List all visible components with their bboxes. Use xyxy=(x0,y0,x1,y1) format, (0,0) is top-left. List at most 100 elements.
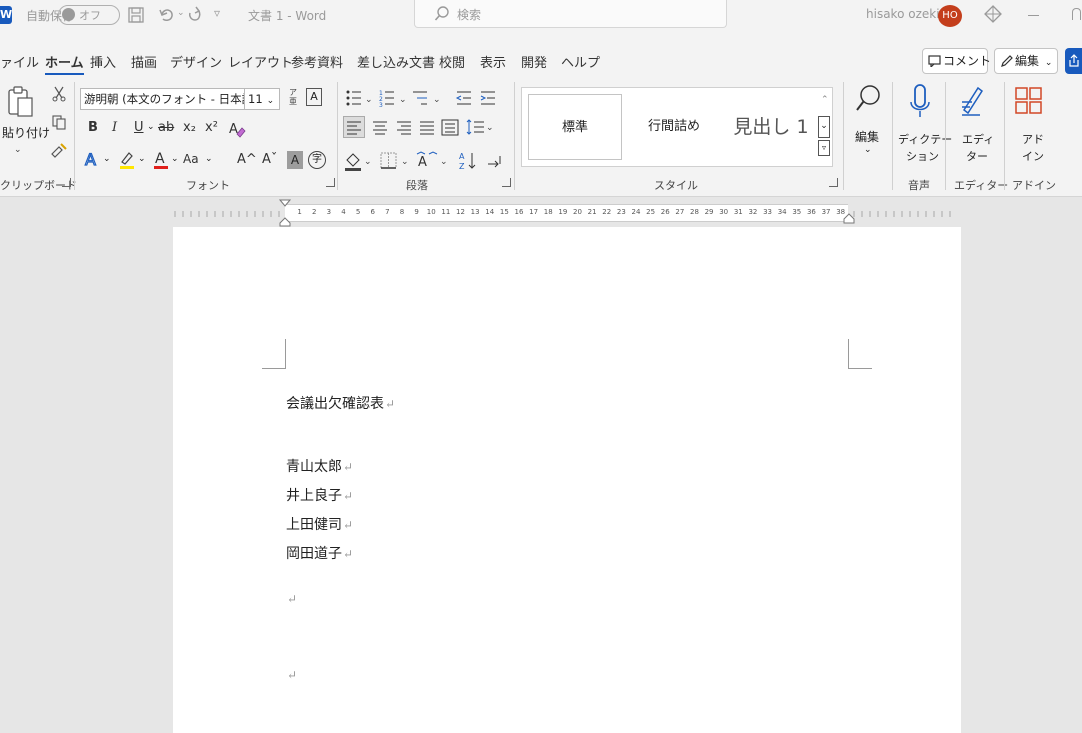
show-formatting-icon[interactable] xyxy=(484,150,504,172)
sort-icon[interactable]: AZ xyxy=(458,150,478,172)
paragraph-launcher-icon[interactable] xyxy=(502,178,511,187)
font-launcher-icon[interactable] xyxy=(326,178,335,187)
name-line[interactable]: 青山太郎↵ xyxy=(286,456,353,476)
comment-button[interactable]: コメント xyxy=(922,48,991,74)
avatar[interactable]: HO xyxy=(938,5,962,27)
enclose-characters-icon[interactable]: 字 xyxy=(308,151,326,169)
edit-mode-button[interactable]: 編集 ⌄ xyxy=(994,48,1058,74)
underline-dropdown-icon[interactable]: ⌄ xyxy=(147,122,155,132)
minimize-icon[interactable] xyxy=(1028,15,1039,16)
tab-mailings[interactable]: 差し込み文書 xyxy=(357,52,435,71)
undo-icon[interactable] xyxy=(158,6,176,24)
diamond-icon[interactable] xyxy=(984,5,1002,23)
font-color-dropdown-icon[interactable]: ⌄ xyxy=(171,154,179,164)
clipboard-launcher-icon[interactable] xyxy=(62,178,71,187)
right-indent-marker-icon[interactable] xyxy=(843,212,855,226)
distributed-icon[interactable] xyxy=(440,117,460,137)
superscript-button[interactable]: x² xyxy=(205,120,218,135)
align-left-button[interactable] xyxy=(343,116,365,138)
font-size-box[interactable]: 11 ⌄ xyxy=(244,88,280,110)
name-line[interactable]: 井上良子↵ xyxy=(286,485,353,505)
redo-icon[interactable] xyxy=(186,6,204,24)
document-title-line[interactable]: 会議出欠確認表↵ xyxy=(286,393,395,413)
add-ins-icon[interactable] xyxy=(1014,86,1044,116)
grow-font-button[interactable]: A^ xyxy=(237,152,257,167)
name-line[interactable]: 岡田道子↵ xyxy=(286,543,353,563)
tab-references[interactable]: 参考資料 xyxy=(291,52,343,71)
styles-launcher-icon[interactable] xyxy=(829,178,838,187)
customize-icon[interactable]: ▿ xyxy=(214,6,220,20)
document-page[interactable]: 会議出欠確認表↵ 青山太郎↵ 井上良子↵ 上田健司↵ 岡田道子↵ ↵ ↵ xyxy=(173,227,961,733)
tab-help[interactable]: ヘルプ xyxy=(561,52,600,71)
tab-view[interactable]: 表示 xyxy=(480,52,506,71)
share-button[interactable] xyxy=(1065,48,1082,74)
align-center-icon[interactable] xyxy=(370,117,390,137)
highlight-icon[interactable] xyxy=(118,150,136,170)
editing-label[interactable]: 編集 xyxy=(855,128,879,145)
tab-developer[interactable]: 開発 xyxy=(521,52,547,71)
editing-dropdown-icon[interactable]: ⌄ xyxy=(864,145,872,155)
clipboard-paste-icon[interactable] xyxy=(6,84,34,118)
style-heading1[interactable]: 見出し 1 xyxy=(724,94,818,160)
italic-button[interactable]: I xyxy=(112,120,117,135)
styles-more-icon[interactable]: ▿ xyxy=(818,140,830,156)
line-spacing-icon[interactable]: ⌄ xyxy=(465,117,493,137)
phonetic-guide-icon[interactable]: ア亜 xyxy=(289,88,297,106)
format-painter-icon[interactable] xyxy=(50,142,68,158)
style-normal[interactable]: 標準 xyxy=(528,94,622,160)
empty-line[interactable]: ↵ xyxy=(286,591,297,607)
indent-marker-icon[interactable] xyxy=(279,199,291,227)
tab-insert[interactable]: 挿入 xyxy=(90,52,116,71)
change-case-button[interactable]: Aa xyxy=(183,152,199,166)
paste-dropdown-icon[interactable]: ⌄ xyxy=(14,145,22,155)
editor-label-2[interactable]: ター xyxy=(966,148,988,164)
find-icon[interactable] xyxy=(855,84,881,118)
shrink-font-button[interactable]: Aˇ xyxy=(262,152,277,167)
dictation-label-2[interactable]: ション xyxy=(906,148,939,164)
editor-icon[interactable] xyxy=(958,84,986,120)
name-line[interactable]: 上田健司↵ xyxy=(286,514,353,534)
add-ins-label-1[interactable]: アド xyxy=(1022,131,1044,147)
tab-draw[interactable]: 描画 xyxy=(131,52,157,71)
character-shading-icon[interactable]: A xyxy=(287,151,303,169)
subscript-button[interactable]: x₂ xyxy=(183,120,196,135)
ruler[interactable]: 1 2 3 4 5 6 7 8 9 10 11 12 13 14 15 16 17 18 19 20 21 22 23 24 2… xyxy=(285,204,848,222)
undo-dropdown-icon[interactable]: ⌄ xyxy=(177,8,185,18)
clear-formatting-icon[interactable]: A xyxy=(228,120,246,138)
save-icon[interactable] xyxy=(128,7,144,23)
tab-home[interactable]: ホーム xyxy=(45,52,84,75)
text-effects-icon[interactable]: A xyxy=(84,150,102,170)
tab-design[interactable]: デザイン xyxy=(170,52,222,71)
empty-line[interactable]: ↵ xyxy=(286,667,297,683)
cut-icon[interactable] xyxy=(52,86,66,102)
font-name-box[interactable]: 游明朝 (本文のフォント - 日本語) xyxy=(80,88,245,110)
asian-layout-icon[interactable]: A ⌄ xyxy=(416,150,450,172)
paste-label[interactable]: 貼り付け xyxy=(2,124,50,141)
restore-icon[interactable] xyxy=(1072,8,1081,20)
highlight-dropdown-icon[interactable]: ⌄ xyxy=(138,154,146,164)
user-name[interactable]: hisako ozeki xyxy=(866,7,940,21)
bold-button[interactable]: B xyxy=(88,120,98,135)
tab-file[interactable]: ァイル xyxy=(0,52,39,71)
shading-icon[interactable]: ⌄ xyxy=(343,150,373,172)
justify-icon[interactable] xyxy=(417,117,437,137)
strikethrough-button[interactable]: ab xyxy=(158,120,174,135)
styles-scroll-down-icon[interactable]: ⌄ xyxy=(818,116,830,138)
styles-scroll-up-icon[interactable]: ⌃ xyxy=(821,95,829,105)
tab-review[interactable]: 校閲 xyxy=(439,52,465,71)
borders-icon[interactable]: ⌄ xyxy=(379,150,411,172)
editor-label-1[interactable]: エディ xyxy=(962,131,994,147)
copy-icon[interactable] xyxy=(52,115,66,131)
microphone-icon[interactable] xyxy=(908,84,932,120)
add-ins-label-2[interactable]: イン xyxy=(1022,148,1044,164)
align-right-icon[interactable] xyxy=(394,117,414,137)
style-no-spacing[interactable]: 行間詰め xyxy=(624,94,724,160)
change-case-dropdown-icon[interactable]: ⌄ xyxy=(205,154,213,164)
font-color-icon[interactable]: A xyxy=(152,150,170,170)
autosave-toggle[interactable]: オフ xyxy=(58,5,120,25)
search-box[interactable]: 検索 xyxy=(414,0,727,28)
tab-layout[interactable]: レイアウト xyxy=(228,52,293,71)
character-border-icon[interactable]: A xyxy=(306,88,322,106)
underline-button[interactable]: U xyxy=(134,120,144,135)
text-effects-dropdown-icon[interactable]: ⌄ xyxy=(103,154,111,164)
